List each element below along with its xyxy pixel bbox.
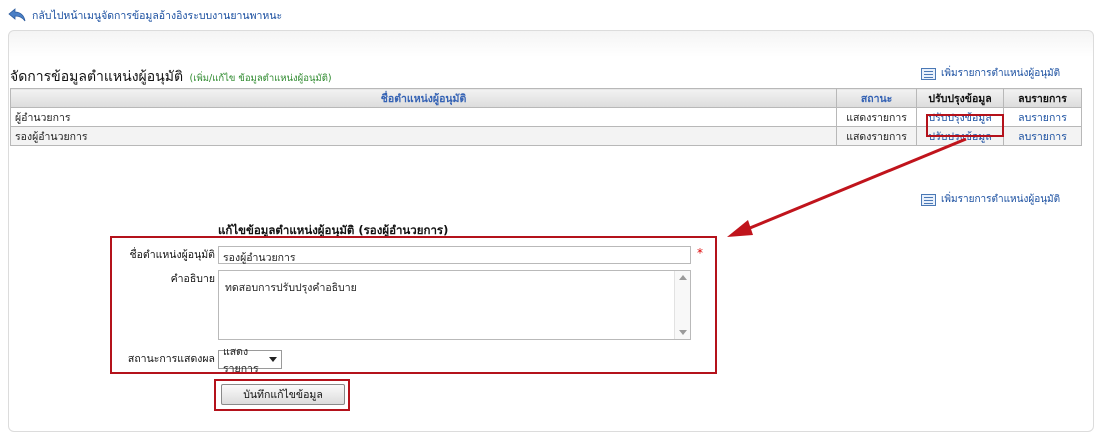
status-label: สถานะการแสดงผล bbox=[127, 353, 215, 365]
page-title: จัดการข้อมูลตำแหน่งผู้อนุมัติ (เพิ่ม/แก้… bbox=[10, 66, 332, 88]
status-row: สถานะการแสดงผล แสดงรายการ bbox=[110, 346, 282, 375]
page-subtitle: (เพิ่ม/แก้ไข ข้อมูลตำแหน่งผู้อนุมัติ) bbox=[189, 73, 332, 84]
add-approver-link-bottom[interactable]: เพิ่มรายการตำแหน่งผู้อนุมัติ bbox=[921, 192, 1060, 207]
row-status: แสดงรายการ bbox=[836, 107, 918, 127]
list-add-icon bbox=[921, 193, 936, 206]
list-add-icon bbox=[921, 67, 936, 80]
status-select[interactable]: แสดงรายการ bbox=[218, 346, 282, 375]
approver-table: ชื่อตำแหน่งผู้อนุมัติ สถานะ ปรับปรุงข้อม… bbox=[9, 88, 1082, 146]
description-scrollbar[interactable] bbox=[674, 271, 690, 339]
edit-form-title: แก้ไขข้อมูลตำแหน่งผู้อนุมัติ (รองผู้อำนว… bbox=[218, 223, 449, 237]
name-field[interactable]: รองผู้อำนวยการ bbox=[218, 246, 691, 264]
table-row: รองผู้อำนวยการ แสดงรายการ ปรับปรุงข้อมูล… bbox=[9, 126, 1082, 146]
description-value: ทดสอบการปรับปรุงคำอธิบาย bbox=[225, 282, 357, 294]
row-status: แสดงรายการ bbox=[836, 126, 918, 146]
name-label: ชื่อตำแหน่งผู้อนุมัติ bbox=[129, 249, 215, 261]
edit-link[interactable]: ปรับปรุงข้อมูล bbox=[928, 131, 991, 143]
row-name: รองผู้อำนวยการ bbox=[9, 126, 838, 146]
name-row: ชื่อตำแหน่งผู้อนุมัติ รองผู้อำนวยการ * bbox=[110, 246, 703, 264]
add-approver-link-top[interactable]: เพิ่มรายการตำแหน่งผู้อนุมัติ bbox=[921, 66, 1060, 81]
status-select-value: แสดงรายการ bbox=[223, 345, 259, 375]
table-row: ผู้อำนวยการ แสดงรายการ ปรับปรุงข้อมูล ลบ… bbox=[9, 107, 1082, 127]
add-approver-link-label[interactable]: เพิ่มรายการตำแหน่งผู้อนุมัติ bbox=[941, 192, 1060, 207]
back-link-label[interactable]: กลับไปหน้าเมนูจัดการข้อมูลอ้างอิงระบบงาน… bbox=[32, 7, 282, 24]
col-header-status[interactable]: สถานะ bbox=[836, 88, 918, 108]
chevron-down-icon bbox=[269, 357, 277, 362]
description-row: คำอธิบาย ทดสอบการปรับปรุงคำอธิบาย bbox=[110, 270, 691, 340]
required-mark: * bbox=[697, 246, 703, 260]
col-header-edit: ปรับปรุงข้อมูล bbox=[916, 88, 1005, 108]
description-textarea[interactable]: ทดสอบการปรับปรุงคำอธิบาย bbox=[218, 270, 691, 340]
delete-link[interactable]: ลบรายการ bbox=[1018, 112, 1067, 124]
add-approver-link-label[interactable]: เพิ่มรายการตำแหน่งผู้อนุมัติ bbox=[941, 66, 1060, 81]
description-label: คำอธิบาย bbox=[170, 273, 215, 285]
page-title-text: จัดการข้อมูลตำแหน่งผู้อนุมัติ bbox=[10, 69, 184, 85]
delete-link[interactable]: ลบรายการ bbox=[1018, 131, 1067, 143]
col-header-name[interactable]: ชื่อตำแหน่งผู้อนุมัติ bbox=[9, 88, 838, 108]
col-header-delete: ลบรายการ bbox=[1003, 88, 1082, 108]
save-button[interactable]: บันทึกแก้ไขข้อมูล bbox=[221, 384, 345, 405]
back-link[interactable]: กลับไปหน้าเมนูจัดการข้อมูลอ้างอิงระบบงาน… bbox=[8, 6, 282, 24]
table-header-row: ชื่อตำแหน่งผู้อนุมัติ สถานะ ปรับปรุงข้อม… bbox=[9, 88, 1082, 108]
row-name: ผู้อำนวยการ bbox=[9, 107, 838, 127]
scroll-up-icon[interactable] bbox=[679, 275, 687, 280]
edit-link[interactable]: ปรับปรุงข้อมูล bbox=[928, 112, 991, 124]
scroll-down-icon[interactable] bbox=[679, 330, 687, 335]
back-arrow-icon bbox=[8, 8, 26, 22]
